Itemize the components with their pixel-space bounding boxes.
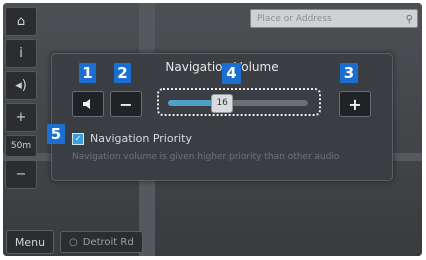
speaker-icon: [83, 99, 90, 109]
zoom-out-icon[interactable]: −: [5, 160, 37, 189]
search-icon[interactable]: ⚲: [406, 10, 413, 29]
volume-increase-button[interactable]: +: [339, 91, 371, 117]
speaker-icon[interactable]: ◂): [5, 71, 37, 100]
navigation-priority-option[interactable]: ✓ Navigation Priority: [72, 132, 192, 145]
mute-button[interactable]: [72, 91, 104, 117]
volume-slider[interactable]: 16: [157, 88, 321, 116]
search-placeholder: Place or Address: [257, 14, 332, 24]
nav-screen: ⌂ i ◂) + 50m − Place or Address ⚲ Naviga…: [3, 3, 422, 256]
volume-decrease-button[interactable]: −: [110, 91, 142, 117]
volume-thumb[interactable]: 16: [211, 94, 234, 113]
menu-button[interactable]: Menu: [6, 230, 54, 254]
priority-label: Navigation Priority: [90, 132, 192, 145]
callout-1: 1: [79, 63, 96, 83]
current-road: ○ Detroit Rd: [60, 231, 143, 253]
priority-description: Navigation volume is given higher priori…: [72, 152, 340, 162]
road-name: Detroit Rd: [82, 236, 134, 248]
callout-4: 4: [222, 63, 241, 84]
volume-track: 16: [168, 94, 308, 113]
map-sidebar: ⌂ i ◂) + 50m −: [5, 7, 37, 225]
info-icon[interactable]: i: [5, 39, 37, 68]
priority-checkbox[interactable]: ✓: [72, 132, 84, 145]
zoom-in-icon[interactable]: +: [5, 103, 37, 132]
callout-5: 5: [47, 124, 65, 144]
search-input[interactable]: Place or Address ⚲: [250, 9, 418, 28]
callout-3: 3: [340, 63, 358, 83]
scale-icon: 50m: [5, 135, 37, 157]
bottom-bar: Menu ○ Detroit Rd: [6, 230, 143, 254]
home-icon[interactable]: ⌂: [5, 7, 37, 36]
callout-2: 2: [114, 63, 131, 83]
road-marker-icon: ○: [69, 236, 78, 248]
